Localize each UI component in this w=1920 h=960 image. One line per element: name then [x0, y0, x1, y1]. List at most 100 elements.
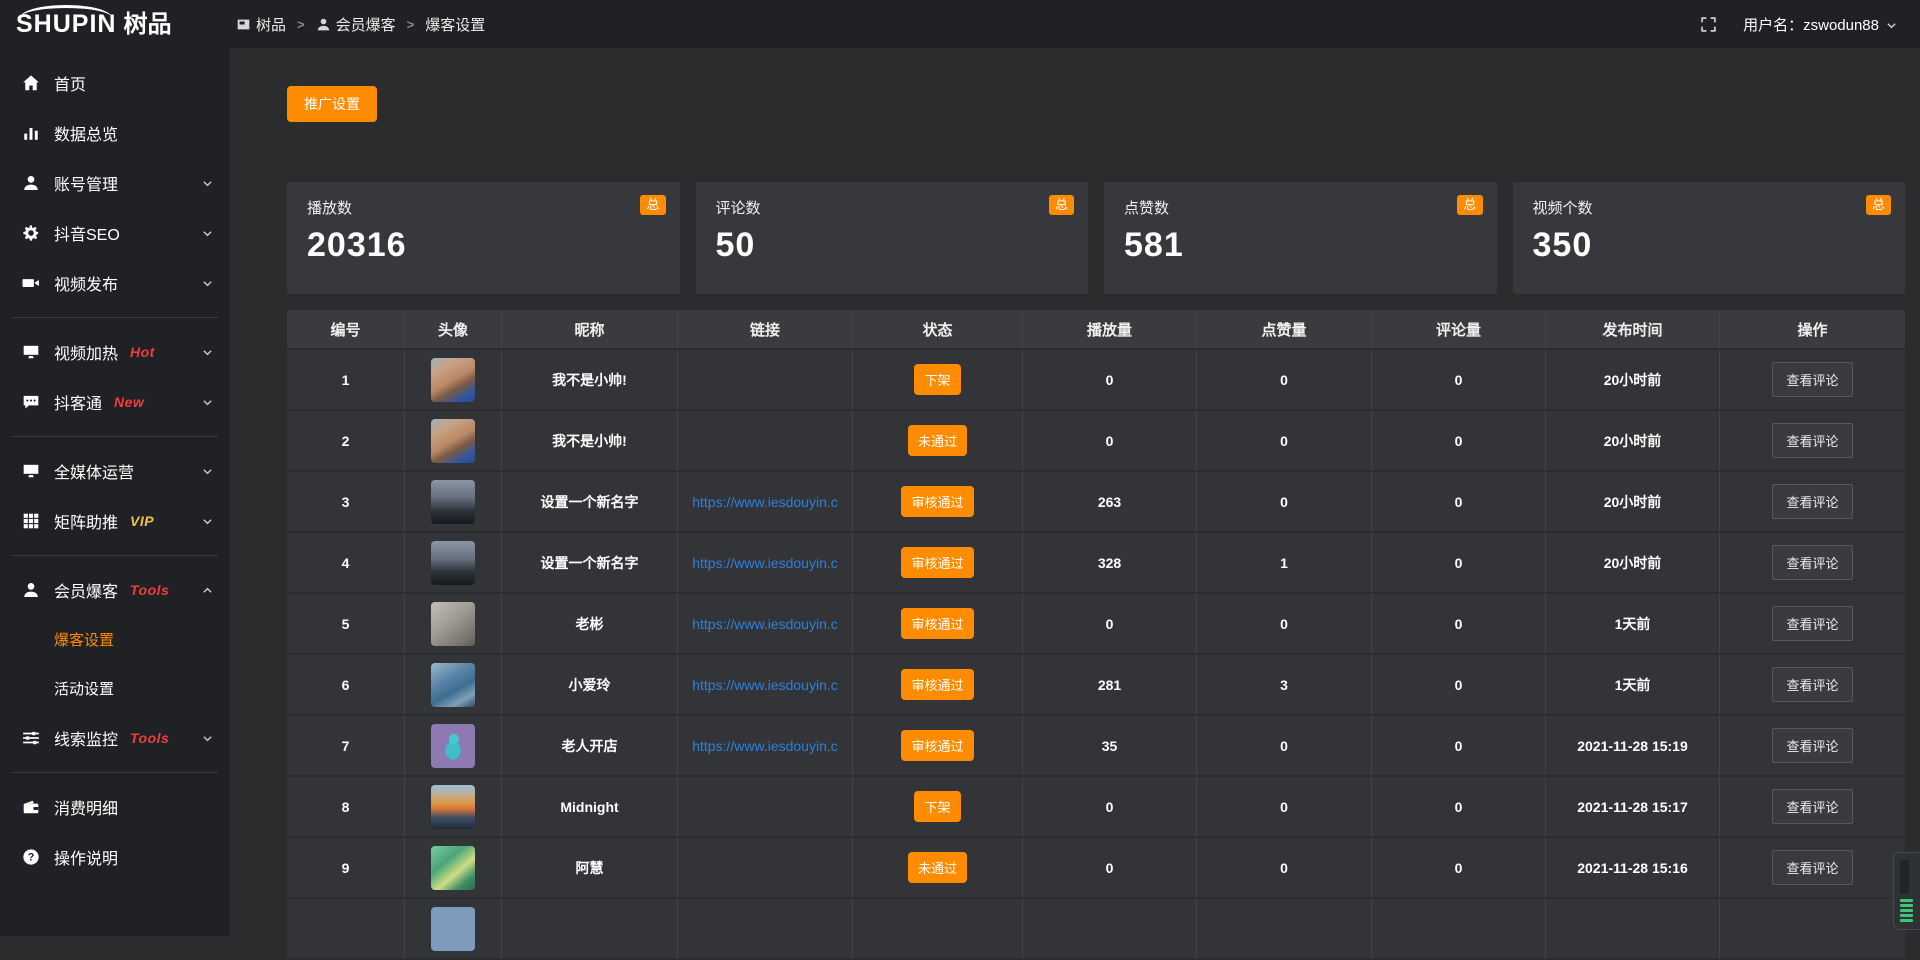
home-icon: [22, 74, 40, 92]
chevron-down-icon: [201, 277, 214, 290]
comments-count: [1371, 899, 1545, 958]
bar-chart-icon: [22, 124, 40, 142]
plays-count: 0: [1022, 777, 1196, 836]
logo-text-cn: 树品: [123, 13, 171, 37]
view-comments-button[interactable]: 查看评论: [1772, 423, 1852, 458]
row-id: 5: [287, 594, 404, 653]
sidebar-item-badge: Tools: [130, 730, 169, 746]
breadcrumb-label: 会员爆客: [336, 14, 396, 35]
avatar: [431, 907, 475, 951]
sidebar-item[interactable]: 视频加热Hot: [0, 327, 230, 377]
nickname: 老人开店: [501, 716, 677, 775]
video-link[interactable]: https://www.iesdouyin.c: [692, 738, 838, 754]
stat-card: 点赞数总581: [1104, 182, 1497, 294]
table-row: 3设置一个新名字https://www.iesdouyin.c审核通过26300…: [287, 472, 1905, 533]
avatar: [431, 419, 475, 463]
nickname: 设置一个新名字: [501, 472, 677, 531]
sidebar-item[interactable]: 全媒体运营: [0, 446, 230, 496]
view-comments-button[interactable]: 查看评论: [1772, 606, 1852, 641]
topbar: SHUPIN 树品 树品>会员爆客>爆客设置 用户名：zswodun88: [0, 0, 1920, 48]
window-icon: [236, 17, 251, 32]
video-link[interactable]: https://www.iesdouyin.c: [692, 555, 838, 571]
video-link[interactable]: https://www.iesdouyin.c: [692, 616, 838, 632]
sidebar-item[interactable]: 抖音SEO: [0, 208, 230, 258]
comments-count: 0: [1371, 594, 1545, 653]
view-comments-button[interactable]: 查看评论: [1772, 667, 1852, 702]
table-header-cell: 头像: [404, 310, 501, 348]
floating-widget[interactable]: [1893, 852, 1920, 930]
chevron-down-icon: [201, 396, 214, 409]
sidebar-item[interactable]: 矩阵助推VIP: [0, 496, 230, 546]
nickname: [501, 899, 677, 958]
status-badge: 审核通过: [901, 547, 973, 578]
sidebar-item[interactable]: 账号管理: [0, 158, 230, 208]
chevron-down-icon: [201, 515, 214, 528]
publish-time: 20小时前: [1545, 350, 1719, 409]
sidebar-item[interactable]: ?操作说明: [0, 832, 230, 882]
sidebar-item-label: 全媒体运营: [54, 459, 134, 483]
stats-row: 播放数总20316评论数总50点赞数总581视频个数总350: [287, 182, 1905, 294]
sidebar-item-label: 数据总览: [54, 121, 118, 145]
sidebar-item-label: 线索监控: [54, 726, 118, 750]
chevron-down-icon: [201, 465, 214, 478]
avatar: [431, 846, 475, 890]
avatar: [431, 663, 475, 707]
table-header-cell: 编号: [287, 310, 404, 348]
comments-count: 0: [1371, 838, 1545, 897]
likes-count: 0: [1196, 777, 1371, 836]
comments-count: 0: [1371, 777, 1545, 836]
table-row: [287, 899, 1905, 960]
user-icon: [22, 581, 40, 599]
sidebar-subitem[interactable]: 爆客设置: [0, 615, 230, 664]
view-comments-button[interactable]: 查看评论: [1772, 850, 1852, 885]
fullscreen-icon[interactable]: [1700, 16, 1717, 33]
sidebar-item[interactable]: 首页: [0, 58, 230, 108]
sidebar-item[interactable]: 数据总览: [0, 108, 230, 158]
status-badge: 审核通过: [901, 669, 973, 700]
breadcrumb-label: 爆客设置: [425, 14, 485, 35]
user-icon: [316, 17, 331, 32]
sidebar-item[interactable]: 抖客通 New: [0, 377, 230, 427]
chevron-down-icon: [201, 227, 214, 240]
wallet-icon: [22, 798, 40, 816]
sidebar-item-label: 操作说明: [54, 845, 118, 869]
comments-count: 0: [1371, 716, 1545, 775]
nickname: 我不是小帅!: [501, 350, 677, 409]
plays-count: 0: [1022, 350, 1196, 409]
promotion-settings-button[interactable]: 推广设置: [287, 86, 377, 122]
view-comments-button[interactable]: 查看评论: [1772, 789, 1852, 824]
table-row: 5老彬https://www.iesdouyin.c审核通过0001天前查看评论: [287, 594, 1905, 655]
breadcrumb-item[interactable]: 爆客设置: [425, 14, 485, 35]
video-link[interactable]: https://www.iesdouyin.c: [692, 494, 838, 510]
status-badge: 未通过: [908, 425, 967, 456]
sidebar-item-label: 视频加热: [54, 340, 118, 364]
sidebar-item[interactable]: 消费明细: [0, 782, 230, 832]
sidebar-item-label: 抖客通: [54, 390, 102, 414]
breadcrumb-item[interactable]: 会员爆客: [316, 14, 396, 35]
view-comments-button[interactable]: 查看评论: [1772, 728, 1852, 763]
logo-text-en: SHUPIN: [16, 12, 116, 37]
status-badge: 审核通过: [901, 730, 973, 761]
sidebar-subitem[interactable]: 活动设置: [0, 664, 230, 713]
plays-count: 0: [1022, 411, 1196, 470]
breadcrumb-item[interactable]: 树品: [236, 14, 286, 35]
video-link[interactable]: https://www.iesdouyin.c: [692, 677, 838, 693]
sidebar-item[interactable]: 线索监控 Tools: [0, 713, 230, 763]
username-dropdown[interactable]: 用户名：zswodun88: [1743, 14, 1898, 35]
view-comments-button[interactable]: 查看评论: [1772, 362, 1852, 397]
likes-count: 3: [1196, 655, 1371, 714]
sidebar-item[interactable]: 会员爆客Tools: [0, 565, 230, 615]
table-header-cell: 点赞量: [1196, 310, 1371, 348]
sidebar-item[interactable]: 视频发布: [0, 258, 230, 308]
comments-count: 0: [1371, 350, 1545, 409]
sidebar-item-badge: New: [114, 394, 144, 410]
table-row: 8Midnight下架0002021-11-28 15:17查看评论: [287, 777, 1905, 838]
view-comments-button[interactable]: 查看评论: [1772, 484, 1852, 519]
row-id: 7: [287, 716, 404, 775]
app-logo[interactable]: SHUPIN 树品: [0, 12, 230, 37]
stat-value: 20316: [307, 226, 660, 265]
likes-count: 0: [1196, 716, 1371, 775]
view-comments-button[interactable]: 查看评论: [1772, 545, 1852, 580]
publish-time: 2021-11-28 15:16: [1545, 838, 1719, 897]
publish-time: 2021-11-28 15:17: [1545, 777, 1719, 836]
